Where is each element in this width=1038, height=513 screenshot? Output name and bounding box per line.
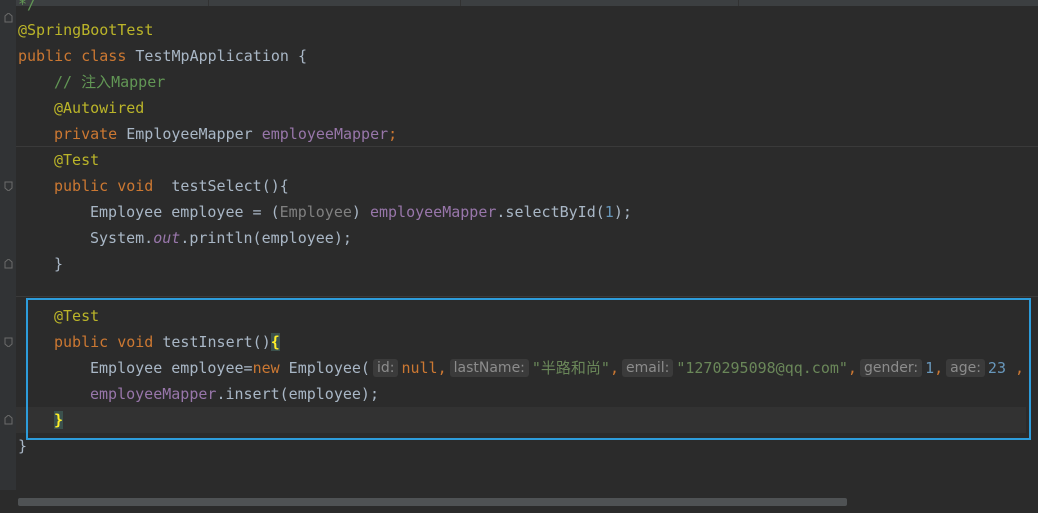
code-line: @Test (18, 147, 99, 173)
code-text: .selectById( (496, 203, 605, 221)
code-line: @SpringBootTest (18, 17, 153, 43)
method-separator (16, 296, 1038, 297)
comment-end: */ (18, 0, 37, 13)
static-field: out (153, 229, 181, 247)
keyword: public void (54, 177, 172, 195)
keyword: public class (18, 47, 136, 65)
method-signature: testSelect(){ (171, 177, 289, 195)
scrollbar-thumb[interactable] (18, 498, 847, 506)
code-line: System.out.println(employee); (18, 225, 352, 251)
annotation: @Test (54, 151, 100, 169)
highlight-box (26, 298, 1031, 440)
comment: // 注入Mapper (54, 73, 166, 91)
code-line: Employee employee = (Employee) employeeM… (18, 199, 632, 225)
keyword: private (54, 125, 127, 143)
code-text: .println(employee); (180, 229, 352, 247)
type-name: EmployeeMapper (126, 125, 262, 143)
code-text: ) (351, 203, 370, 221)
annotation: @Autowired (54, 99, 145, 117)
code-line: public class TestMpApplication { (18, 43, 307, 69)
code-line: */ (18, 0, 36, 17)
code-text: Employee employee = ( (90, 203, 280, 221)
code-line: public void testSelect(){ (18, 173, 289, 199)
class-name: TestMpApplication { (135, 47, 307, 65)
number-literal: 1 (604, 203, 614, 221)
code-line: private EmployeeMapper employeeMapper; (18, 121, 397, 147)
cast-type: Employee (279, 203, 352, 221)
code-line: // 注入Mapper (18, 69, 165, 95)
closing-brace: } (54, 255, 64, 273)
field-name: employeeMapper (261, 125, 389, 143)
annotation: @SpringBootTest (18, 21, 154, 39)
code-line: @Autowired (18, 95, 144, 121)
code-line: } (18, 251, 63, 277)
semicolon: ; (388, 125, 398, 143)
code-editor[interactable]: */ @SpringBootTest public class TestMpAp… (0, 0, 1038, 490)
code-text: ); (613, 203, 632, 221)
field-name: employeeMapper (369, 203, 497, 221)
code-text: System. (90, 229, 154, 247)
